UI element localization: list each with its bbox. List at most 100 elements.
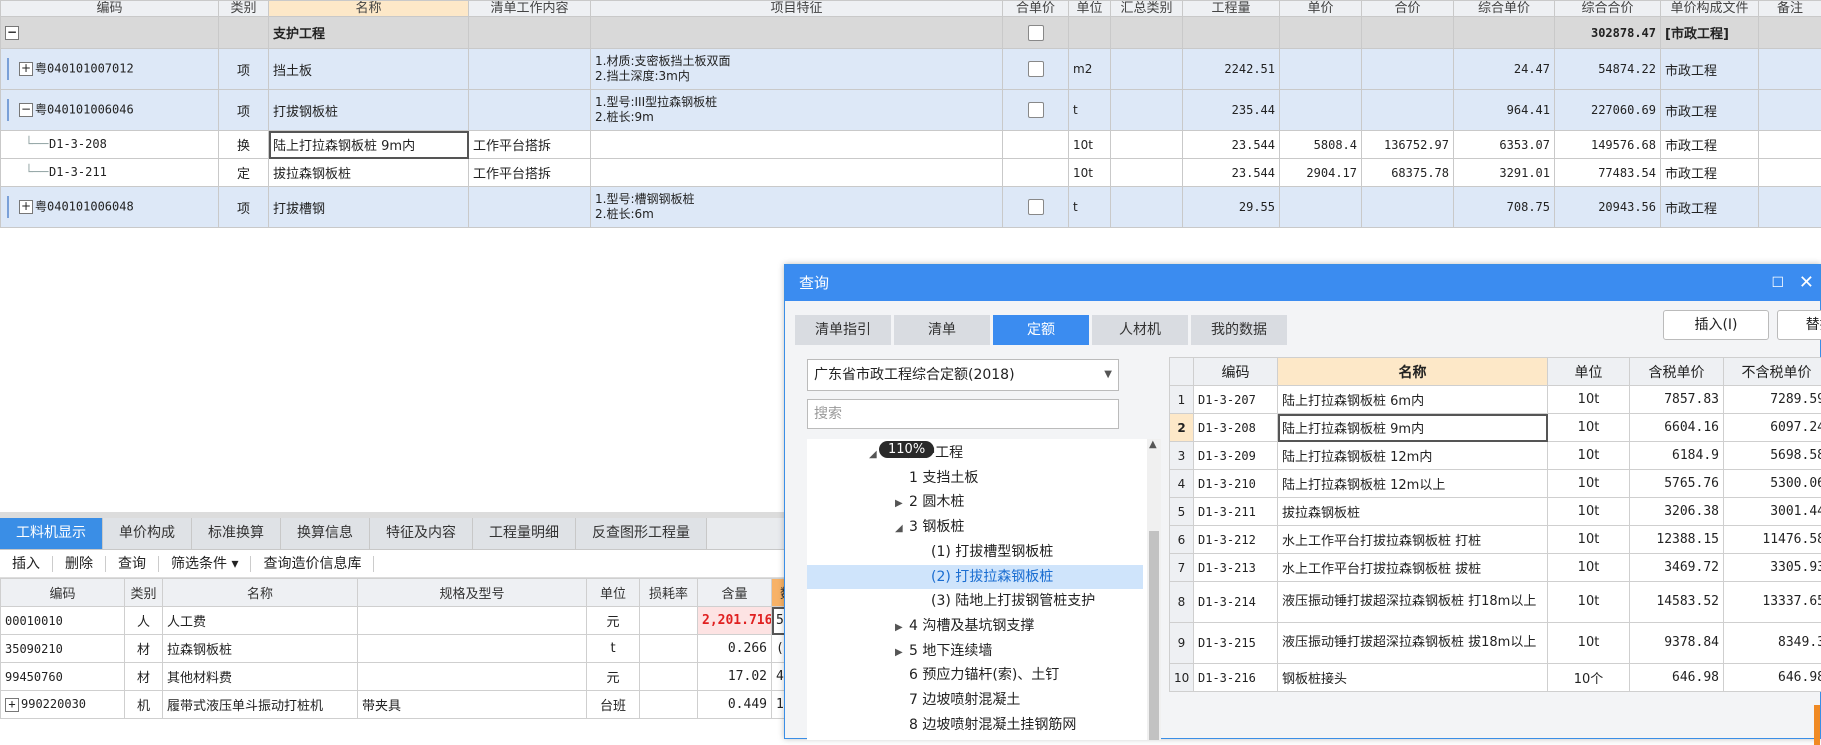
quota-notax-price[interactable]: 646.98: [1724, 664, 1821, 692]
type-cell[interactable]: 项: [219, 90, 269, 131]
col-header-combined-price[interactable]: 合单价: [1003, 1, 1069, 17]
resource-loss[interactable]: [640, 607, 698, 635]
collapse-icon[interactable]: −: [5, 26, 19, 40]
quota-code[interactable]: D1-3-211: [1194, 498, 1278, 526]
total-cell[interactable]: 136752.97: [1362, 131, 1454, 159]
combined-price-checkbox[interactable]: [1028, 61, 1044, 77]
row-number[interactable]: 10: [1170, 664, 1194, 692]
summary-type-cell[interactable]: [1111, 187, 1183, 228]
quota-tax-price[interactable]: 7857.83: [1630, 386, 1724, 414]
col-header-summary-type[interactable]: 汇总类别: [1111, 1, 1183, 17]
quota-tax-price[interactable]: 6604.16: [1630, 414, 1724, 442]
quota-name[interactable]: 陆上打拉森钢板桩 12m以上: [1278, 470, 1548, 498]
comp-total-cell[interactable]: 149576.68: [1555, 131, 1661, 159]
resource-type[interactable]: 材: [125, 635, 163, 663]
work-content-cell[interactable]: [469, 187, 591, 228]
quota-list-row[interactable]: 2D1-3-208陆上打拉森钢板桩 9m内10t6604.166097.24: [1170, 414, 1821, 442]
tree-node[interactable]: (3) 陆地上打拔钢管桩支护: [807, 589, 1143, 613]
resource-name[interactable]: 其他材料费: [163, 663, 358, 691]
collapse-icon[interactable]: −: [19, 103, 33, 117]
col-header-unit-price[interactable]: 单价: [1280, 1, 1362, 17]
resource-tab[interactable]: 单价构成: [103, 518, 192, 549]
type-cell[interactable]: 换: [219, 131, 269, 159]
resource-tab[interactable]: 工料机显示: [0, 518, 103, 549]
resource-tab[interactable]: 反查图形工程量: [576, 518, 707, 549]
expand-arrow-icon[interactable]: ▶: [895, 616, 909, 640]
resource-content[interactable]: 0.266: [698, 635, 772, 663]
remark-cell[interactable]: [1759, 90, 1821, 131]
quota-name[interactable]: 钢板桩接头: [1278, 664, 1548, 692]
resource-spec[interactable]: 带夹具: [358, 691, 587, 719]
comp-total-cell[interactable]: 227060.69: [1555, 90, 1661, 131]
dialog-tab[interactable]: 清单: [894, 315, 990, 345]
quota-list-row[interactable]: 7D1-3-213水上工作平台打拔拉森钢板桩 拔桩10t3469.723305.…: [1170, 554, 1821, 582]
feature-cell[interactable]: 1.型号:槽钢钢板桩2.桩长:6m: [591, 187, 1003, 228]
tree-node[interactable]: ▶2 圆木桩: [807, 490, 1143, 514]
combined-price-checkbox[interactable]: [1028, 25, 1044, 41]
quota-unit[interactable]: 10t: [1548, 623, 1630, 664]
col-header-comp-total[interactable]: 综合合价: [1555, 1, 1661, 17]
quota-tax-price[interactable]: 9378.84: [1630, 623, 1724, 664]
comp-price-cell[interactable]: 964.41: [1454, 90, 1555, 131]
total-cell[interactable]: [1362, 49, 1454, 90]
quota-unit[interactable]: 10t: [1548, 554, 1630, 582]
scroll-thumb[interactable]: [1149, 531, 1159, 740]
resource-spec[interactable]: [358, 635, 587, 663]
resource-tab[interactable]: 特征及内容: [370, 518, 473, 549]
scroll-up-icon[interactable]: ▲: [1149, 439, 1157, 450]
bill-item-row[interactable]: +粤040101006048项打拔槽钢1.型号:槽钢钢板桩2.桩长:6mt29.…: [1, 187, 1821, 228]
tree-scrollbar[interactable]: ▲: [1147, 439, 1161, 740]
close-icon[interactable]: ✕: [1799, 265, 1814, 301]
quota-col-header[interactable]: 不含税单价: [1724, 358, 1821, 386]
resource-code[interactable]: 35090210: [1, 635, 125, 663]
bill-item-row[interactable]: +粤040101007012项挡土板1.材质:支密板挡土板双面2.挡土深度:3m…: [1, 49, 1821, 90]
resource-spec[interactable]: [358, 607, 587, 635]
name-cell[interactable]: 陆上打拉森钢板桩 9m内: [269, 131, 469, 159]
resource-grid[interactable]: 编码类别名称规格及型号单位损耗率含量数 00010010人人工费元2,201.7…: [0, 578, 802, 719]
col-header-total-price[interactable]: 合价: [1362, 1, 1454, 17]
dialog-tab[interactable]: 清单指引: [795, 315, 891, 345]
col-header-feature[interactable]: 项目特征: [591, 1, 1003, 17]
quota-code[interactable]: D1-3-207: [1194, 386, 1278, 414]
quota-name[interactable]: 水上工作平台打拔拉森钢板桩 打桩: [1278, 526, 1548, 554]
quota-row[interactable]: └──D1-3-208换陆上打拉森钢板桩 9m内工作平台搭拆10t23.5445…: [1, 131, 1821, 159]
quota-notax-price[interactable]: 5300.06: [1724, 470, 1821, 498]
quota-col-header[interactable]: 编码: [1194, 358, 1278, 386]
quota-name[interactable]: 液压振动锤打拔超深拉森钢板桩 拔18m以上: [1278, 623, 1548, 664]
comp-price-cell[interactable]: 708.75: [1454, 187, 1555, 228]
quota-grid[interactable]: 编码名称单位含税单价不含税单价 1D1-3-207陆上打拉森钢板桩 6m内10t…: [1169, 357, 1821, 692]
summary-type-cell[interactable]: [1111, 131, 1183, 159]
resource-name[interactable]: 人工费: [163, 607, 358, 635]
dialog-tab[interactable]: 定额: [993, 315, 1089, 345]
resource-loss[interactable]: [640, 663, 698, 691]
tree-node[interactable]: ◢D1 支护工程: [807, 441, 1143, 465]
unit-cell[interactable]: 10t: [1069, 159, 1111, 187]
col-header-work[interactable]: 清单工作内容: [469, 1, 591, 17]
quota-col-header[interactable]: [1170, 358, 1194, 386]
resource-col-header[interactable]: 损耗率: [640, 579, 698, 607]
price-file-cell[interactable]: 市政工程: [1661, 49, 1759, 90]
price-cell[interactable]: 2904.17: [1280, 159, 1362, 187]
resource-col-header[interactable]: 名称: [163, 579, 358, 607]
quota-tax-price[interactable]: 12388.15: [1630, 526, 1724, 554]
quota-notax-price[interactable]: 13337.65: [1724, 582, 1821, 623]
col-header-code[interactable]: 编码: [1, 1, 219, 17]
total-cell[interactable]: [1362, 90, 1454, 131]
resource-name[interactable]: 拉森钢板桩: [163, 635, 358, 663]
resource-row[interactable]: 35090210材拉森钢板桩t0.266(: [1, 635, 802, 663]
col-header-remark[interactable]: 备注: [1759, 1, 1821, 17]
code-cell[interactable]: −粤040101006046: [1, 90, 219, 131]
quota-col-header[interactable]: 单位: [1548, 358, 1630, 386]
work-content-cell[interactable]: [469, 90, 591, 131]
resource-spec[interactable]: [358, 663, 587, 691]
quota-notax-price[interactable]: 7289.59: [1724, 386, 1821, 414]
resource-tab[interactable]: 工程量明细: [473, 518, 576, 549]
qty-cell[interactable]: 23.544: [1183, 159, 1280, 187]
quota-notax-price[interactable]: 8349.3: [1724, 623, 1821, 664]
unit-cell[interactable]: 10t: [1069, 131, 1111, 159]
toolbar-button[interactable]: 插入: [0, 556, 53, 572]
resource-row[interactable]: 00010010人人工费元2,201.716518: [1, 607, 802, 635]
quota-name[interactable]: 拔拉森钢板桩: [1278, 498, 1548, 526]
row-number[interactable]: 7: [1170, 554, 1194, 582]
replace-button[interactable]: 替换(R): [1777, 310, 1821, 340]
